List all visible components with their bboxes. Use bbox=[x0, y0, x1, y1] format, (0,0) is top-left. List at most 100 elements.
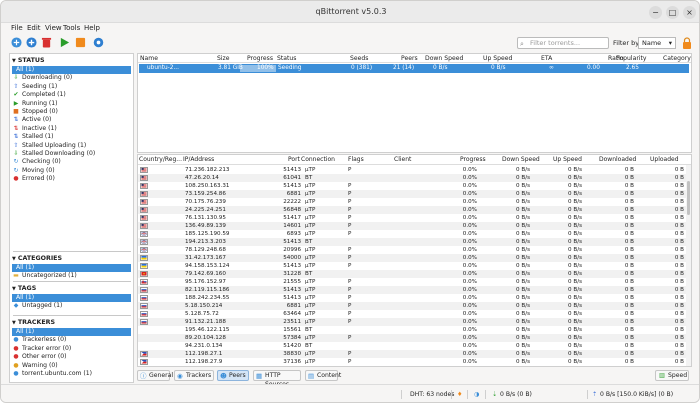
add-torrent-icon[interactable] bbox=[26, 37, 37, 48]
column-header-status[interactable]: Status bbox=[277, 55, 296, 62]
sidebar-item-trackers[interactable]: ● Trackerless (0) bbox=[12, 336, 131, 344]
peer-row[interactable]: 136.49.89.139 14601 μTP P 0.0% 0 B/s 0 B/s 0 B 0… bbox=[138, 222, 687, 230]
peer-row[interactable]: 89.20.104.128 57384 μTP P 0.0% 0 B/s 0 B/s 0 B 0… bbox=[138, 334, 687, 342]
peer-row[interactable]: 94.158.153.124 51413 μTP P 0.0% 0 B/s 0 B/s 0 B… bbox=[138, 262, 687, 270]
sidebar-item-status[interactable]: ⇩ Downloading (0) bbox=[12, 74, 131, 82]
speed-limit-icon[interactable]: ◑ bbox=[474, 391, 479, 398]
peer-row[interactable]: 71.236.182.213 51413 μTP P 0.0% 0 B/s 0 B/s 0 B… bbox=[138, 166, 687, 174]
sidebar-item-status[interactable]: ⇧ Seeding (1) bbox=[12, 83, 131, 91]
column-header-seeds[interactable]: Seeds bbox=[350, 55, 368, 62]
peer-row[interactable]: 195.46.122.115 15561 BT 0.0% 0 B/s 0 B/s 0 B 0 … bbox=[138, 326, 687, 334]
lock-icon[interactable] bbox=[682, 37, 692, 49]
sidebar-section-tags[interactable]: ▼ TAGS bbox=[12, 285, 36, 292]
column-header-down-speed[interactable]: Down Speed bbox=[502, 156, 540, 163]
peer-row[interactable]: 79.142.69.160 31228 BT 0.0% 0 B/s 0 B/s 0 B 0 B bbox=[138, 270, 687, 278]
column-header-down-speed[interactable]: Down Speed bbox=[425, 55, 463, 62]
sidebar-item-status[interactable]: ⇅ Active (0) bbox=[12, 116, 131, 124]
column-header-category[interactable]: Category bbox=[663, 55, 691, 62]
menu-view[interactable]: View bbox=[45, 24, 62, 32]
column-header-connection[interactable]: Connection bbox=[301, 156, 335, 163]
peer-row[interactable]: 5.18.150.214 6881 μTP P 0.0% 0 B/s 0 B/s 0 B 0 B bbox=[138, 302, 687, 310]
delete-icon[interactable] bbox=[41, 37, 52, 48]
sidebar-item-status[interactable]: ● Errored (0) bbox=[12, 175, 131, 183]
sidebar-item-tags[interactable]: ◆ Untagged (1) bbox=[12, 302, 131, 310]
filter-select[interactable]: Name ▾ bbox=[638, 37, 676, 49]
minimize-button[interactable]: − bbox=[649, 6, 662, 19]
collapse-arrow-icon[interactable]: ▼ bbox=[12, 58, 16, 64]
tab-http-sources[interactable]: ▦HTTP Sources bbox=[253, 370, 301, 388]
column-header-client[interactable]: Client bbox=[394, 156, 411, 163]
sidebar-item-trackers[interactable]: ● torrent.ubuntu.com (1) bbox=[12, 370, 131, 378]
tab-general[interactable]: ⓘ General bbox=[137, 370, 173, 381]
torrent-row[interactable]: ubuntu-2... 3.81 GiB 100% Seeding 0 (381) 21 … bbox=[139, 64, 689, 73]
peers-scrollbar-thumb[interactable] bbox=[687, 181, 690, 215]
peer-row[interactable]: 112.198.27.1 38830 μTP P 0.0% 0 B/s 0 B/s 0 B 0 … bbox=[138, 350, 687, 358]
column-header-peers[interactable]: Peers bbox=[401, 55, 418, 62]
column-header-up-speed[interactable]: Up Speed bbox=[483, 55, 512, 62]
sidebar-item-status[interactable]: ⇅ Stalled (1) bbox=[12, 133, 131, 141]
sidebar-item-trackers[interactable]: All (1) bbox=[12, 328, 131, 337]
tab-peers[interactable]: ☻ Peers bbox=[217, 370, 249, 381]
menu-file[interactable]: File bbox=[11, 24, 23, 32]
column-header-ip-address[interactable]: IP/Address bbox=[183, 156, 214, 163]
sidebar-item-categories[interactable]: All (1) bbox=[12, 264, 131, 273]
sidebar-item-trackers[interactable]: ● Tracker error (0) bbox=[12, 345, 131, 353]
search-input[interactable]: ⌕ Filter torrents... bbox=[517, 37, 609, 49]
peers-scrollbar[interactable] bbox=[686, 165, 691, 366]
sidebar-item-status[interactable]: ↻ Checking (0) bbox=[12, 158, 131, 166]
peer-row[interactable]: 94.231.0.134 51420 BT 0.0% 0 B/s 0 B/s 0 B 0 B bbox=[138, 342, 687, 350]
peer-row[interactable]: 70.175.76.239 22222 μTP P 0.0% 0 B/s 0 B/s 0 B 0… bbox=[138, 198, 687, 206]
peer-row[interactable]: 76.131.130.95 51417 μTP P 0.0% 0 B/s 0 B/s 0 B 0… bbox=[138, 214, 687, 222]
sidebar-item-status[interactable]: ⇧ Stalled Uploading (1) bbox=[12, 142, 131, 150]
sidebar-item-status[interactable]: ▶ Running (1) bbox=[12, 100, 131, 108]
peer-row[interactable]: 78.129.248.68 20996 μTP P 0.0% 0 B/s 0 B/s 0 B 0… bbox=[138, 246, 687, 254]
sidebar-item-categories[interactable]: ▬ Uncategorized (1) bbox=[12, 272, 131, 280]
column-header-popularity[interactable]: Popularity bbox=[616, 55, 647, 62]
collapse-arrow-icon[interactable]: ▼ bbox=[12, 256, 16, 262]
speed-button[interactable]: ▥ Speed bbox=[655, 370, 689, 381]
collapse-arrow-icon[interactable]: ▼ bbox=[12, 320, 16, 326]
sidebar-item-status[interactable]: ⇩ Stalled Downloading (0) bbox=[12, 150, 131, 158]
peer-row[interactable]: 188.242.234.55 51413 μTP P 0.0% 0 B/s 0 B/s 0 B… bbox=[138, 294, 687, 302]
peer-row[interactable]: 91.132.21.188 23511 μTP P 0.0% 0 B/s 0 B/s 0 B 0… bbox=[138, 318, 687, 326]
column-header-uploaded[interactable]: Uploaded bbox=[650, 156, 679, 163]
column-header-size[interactable]: Size bbox=[217, 55, 230, 62]
column-header-downloaded[interactable]: Downloaded bbox=[599, 156, 636, 163]
maximize-button[interactable]: □ bbox=[666, 6, 679, 19]
resume-icon[interactable] bbox=[59, 37, 70, 48]
collapse-arrow-icon[interactable]: ▼ bbox=[12, 286, 16, 292]
peer-row[interactable]: 112.198.27.9 37136 μTP P 0.0% 0 B/s 0 B/s 0 B 0 … bbox=[138, 358, 687, 366]
column-header-up-speed[interactable]: Up Speed bbox=[553, 156, 582, 163]
menu-edit[interactable]: Edit bbox=[27, 24, 41, 32]
peer-row[interactable]: 185.125.190.59 6893 μTP P 0.0% 0 B/s 0 B/s 0 B 0… bbox=[138, 230, 687, 238]
tab-content[interactable]: ▤ Content bbox=[305, 370, 341, 381]
column-header-country-reg-[interactable]: Country/Reg... bbox=[139, 156, 182, 163]
sidebar-section-trackers[interactable]: ▼ TRACKERS bbox=[12, 319, 55, 326]
sidebar-item-status[interactable]: ↻ Moving (0) bbox=[12, 167, 131, 175]
peer-row[interactable]: 5.128.75.72 63464 μTP P 0.0% 0 B/s 0 B/s 0 B 0 B bbox=[138, 310, 687, 318]
column-header-progress[interactable]: Progress bbox=[460, 156, 486, 163]
sidebar-section-status[interactable]: ▼ STATUS bbox=[12, 57, 45, 64]
sidebar-item-status[interactable]: ⇅ Inactive (1) bbox=[12, 125, 131, 133]
pause-icon[interactable] bbox=[75, 37, 86, 48]
sidebar-item-status[interactable]: All (1) bbox=[12, 66, 131, 75]
menu-tools[interactable]: Tools bbox=[63, 24, 80, 32]
menu-help[interactable]: Help bbox=[84, 24, 100, 32]
options-gear-icon[interactable] bbox=[93, 37, 104, 48]
tab-trackers[interactable]: ◉ Trackers bbox=[174, 370, 214, 381]
peer-row[interactable]: 95.176.152.97 21555 μTP P 0.0% 0 B/s 0 B/s 0 B 0… bbox=[138, 278, 687, 286]
sidebar-section-categories[interactable]: ▼ CATEGORIES bbox=[12, 255, 62, 262]
peer-row[interactable]: 31.42.173.167 54000 μTP P 0.0% 0 B/s 0 B/s 0 B 0… bbox=[138, 254, 687, 262]
column-header-port[interactable]: Port bbox=[288, 156, 300, 163]
column-header-name[interactable]: Name bbox=[140, 55, 158, 62]
sidebar-item-status[interactable]: ✔ Completed (1) bbox=[12, 91, 131, 99]
peer-row[interactable]: 108.250.163.31 51413 μTP P 0.0% 0 B/s 0 B/s 0 B… bbox=[138, 182, 687, 190]
column-header-progress[interactable]: Progress bbox=[247, 55, 273, 62]
peer-row[interactable]: 194.213.3.203 51413 BT 0.0% 0 B/s 0 B/s 0 B 0 B bbox=[138, 238, 687, 246]
peer-row[interactable]: 47.26.20.14 61041 BT 0.0% 0 B/s 0 B/s 0 B 0 B bbox=[138, 174, 687, 182]
sidebar-item-tags[interactable]: All (1) bbox=[12, 294, 131, 303]
column-header-flags[interactable]: Flags bbox=[348, 156, 364, 163]
peer-row[interactable]: 73.159.254.86 6881 μTP P 0.0% 0 B/s 0 B/s 0 B 0 … bbox=[138, 190, 687, 198]
peer-row[interactable]: 82.119.115.186 51413 μTP P 0.0% 0 B/s 0 B/s 0 B… bbox=[138, 286, 687, 294]
close-button[interactable]: × bbox=[683, 6, 696, 19]
